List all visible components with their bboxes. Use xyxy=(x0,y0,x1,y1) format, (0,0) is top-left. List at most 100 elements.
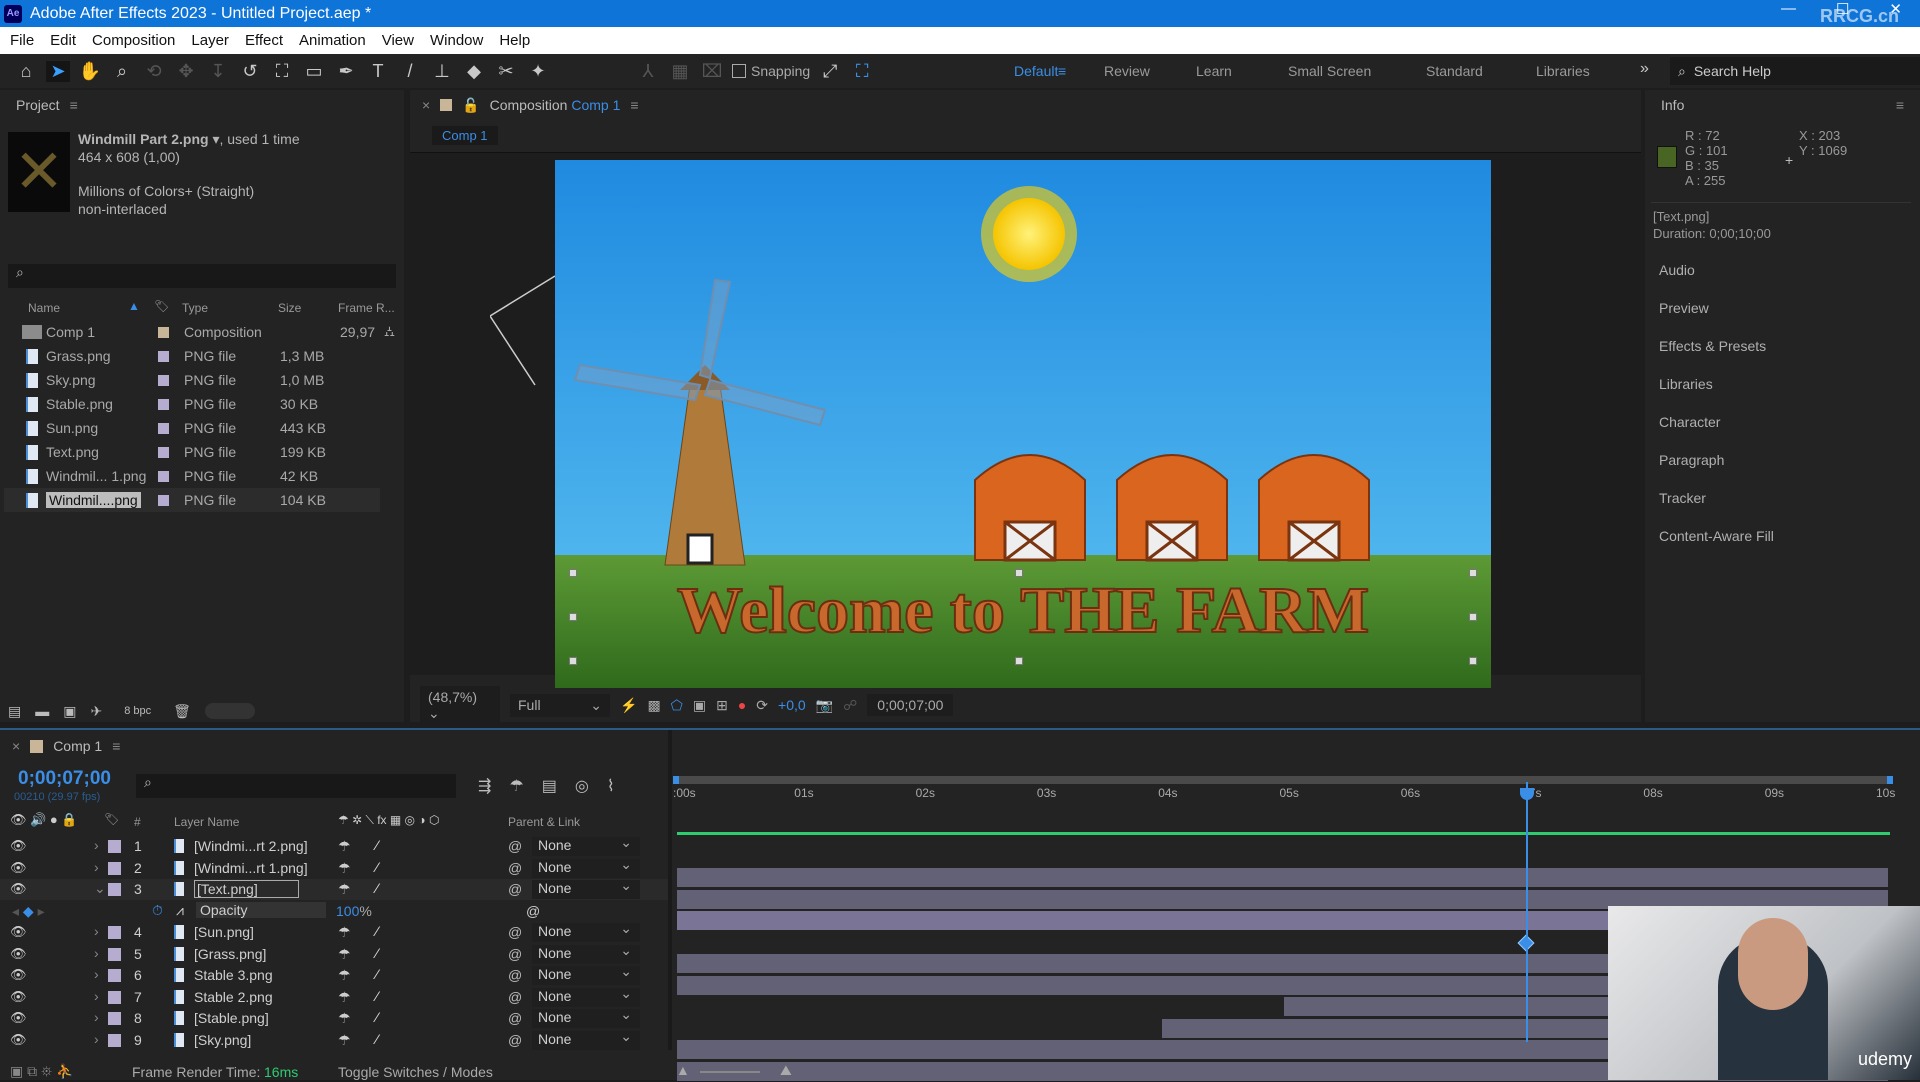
label-color[interactable] xyxy=(108,861,121,875)
quality-switch-icon[interactable]: ⁄ xyxy=(376,859,378,875)
shy-switch-icon[interactable]: ☂ xyxy=(338,989,351,1006)
stopwatch-icon[interactable]: ⏱ xyxy=(152,902,163,919)
timecode[interactable]: 0;00;07;00 xyxy=(18,768,111,790)
layer-name[interactable]: [Sun.png] xyxy=(194,924,254,940)
resolution-dropdown[interactable]: Full ⌄ xyxy=(510,693,610,717)
property-row-opacity[interactable]: ◂ ◆ ▸ ⏱ ⩘ Opacity 100% @ xyxy=(0,901,668,922)
label-color[interactable] xyxy=(158,350,169,362)
label-color[interactable] xyxy=(108,1033,121,1047)
opacity-value[interactable]: 100% xyxy=(336,903,372,919)
snap-target-icon[interactable]: ⛶ xyxy=(850,61,874,82)
toggle-switches-modes-button[interactable]: Toggle Switches / Modes xyxy=(338,1064,493,1080)
minimize-button[interactable]: — xyxy=(1781,0,1796,18)
workspace-libraries[interactable]: Libraries xyxy=(1536,54,1590,88)
label-color[interactable] xyxy=(108,926,121,939)
rectangle-tool-icon[interactable]: ▭ xyxy=(302,61,326,82)
pan-tool-icon[interactable]: ✥ xyxy=(174,61,198,82)
pick-whip-icon[interactable]: @ xyxy=(508,881,522,897)
guides-icon[interactable]: ⊞ xyxy=(716,697,728,714)
chevron-right-icon[interactable]: › xyxy=(94,837,99,853)
pen-tool-icon[interactable]: ✒ xyxy=(334,61,358,82)
panel-preview[interactable]: Preview xyxy=(1659,300,1709,316)
layer-row[interactable]: 👁 › 4 [Sun.png] ☂ ⁄ @ None xyxy=(0,920,668,943)
zoom-dropdown[interactable]: (48,7%) ⌄ xyxy=(420,685,500,725)
panel-libraries[interactable]: Libraries xyxy=(1659,376,1713,392)
shy-switch-icon[interactable]: ☂ xyxy=(338,946,351,963)
layer-name[interactable]: [Grass.png] xyxy=(194,946,266,962)
quality-switch-icon[interactable]: ⁄ xyxy=(376,880,378,896)
snap-icon[interactable]: ⤢ xyxy=(818,61,842,82)
visibility-eye-icon[interactable]: 👁 xyxy=(10,838,27,854)
workspace-menu-icon[interactable]: ≡ xyxy=(1058,54,1066,88)
pick-whip-icon[interactable]: @ xyxy=(508,946,522,962)
visibility-eye-icon[interactable]: 👁 xyxy=(10,1032,27,1048)
label-color[interactable] xyxy=(108,947,121,961)
chevron-right-icon[interactable]: › xyxy=(94,945,99,961)
col-type[interactable]: Type xyxy=(182,301,208,315)
mask-visibility-icon[interactable]: ⬠ xyxy=(671,697,683,714)
quality-switch-icon[interactable]: ⁄ xyxy=(376,966,378,982)
col-size[interactable]: Size xyxy=(278,301,301,315)
pick-whip-icon[interactable]: @ xyxy=(508,967,522,983)
transparency-grid-icon[interactable]: ▩ xyxy=(647,697,660,714)
panel-effects-presets[interactable]: Effects & Presets xyxy=(1659,338,1766,354)
chevron-down-icon[interactable]: ⌄ xyxy=(94,880,106,897)
menu-animation[interactable]: Animation xyxy=(299,32,366,49)
roto-brush-icon[interactable]: ✂ xyxy=(494,61,518,82)
layer-name[interactable]: [Text.png] xyxy=(194,880,299,898)
pick-whip-icon[interactable]: @ xyxy=(508,989,522,1005)
panel-audio[interactable]: Audio xyxy=(1659,262,1695,278)
shy-switch-icon[interactable]: ☂ xyxy=(338,860,351,877)
panel-menu-icon[interactable]: ≡ xyxy=(70,97,78,113)
chevron-right-icon[interactable]: › xyxy=(94,1031,99,1047)
rotate-tool-icon[interactable]: ↺ xyxy=(238,61,262,82)
col-layer-name[interactable]: Layer Name xyxy=(174,815,239,829)
home-icon[interactable]: ⌂ xyxy=(14,61,38,82)
visibility-eye-icon[interactable]: 👁 xyxy=(10,967,27,983)
menu-view[interactable]: View xyxy=(382,32,414,49)
visibility-eye-icon[interactable]: 👁 xyxy=(10,881,27,897)
layer-duration-bar[interactable] xyxy=(677,868,1888,887)
interpret-footage-icon[interactable]: ▤ xyxy=(8,703,21,720)
label-color[interactable] xyxy=(158,398,169,410)
label-color[interactable] xyxy=(108,840,121,853)
parent-dropdown[interactable]: None xyxy=(532,834,640,856)
zoom-slider[interactable] xyxy=(700,1071,760,1073)
exposure-value[interactable]: +0,0 xyxy=(778,697,806,713)
layer-name[interactable]: [Windmi...rt 2.png] xyxy=(194,838,308,854)
project-search-input[interactable]: ⌕ xyxy=(8,264,396,288)
panel-menu-icon[interactable]: ≡ xyxy=(630,97,638,113)
pick-whip-icon[interactable]: @ xyxy=(526,903,540,919)
project-scroll[interactable] xyxy=(204,703,255,719)
visibility-eye-icon[interactable]: 👁 xyxy=(10,860,27,876)
parent-dropdown[interactable]: None xyxy=(532,985,640,1007)
workspace-default[interactable]: Default xyxy=(1014,54,1058,88)
quality-switch-icon[interactable]: ⁄ xyxy=(376,1009,378,1025)
shy-switch-icon[interactable]: ☂ xyxy=(338,967,351,984)
quality-switch-icon[interactable]: ⁄ xyxy=(376,837,378,853)
project-item[interactable]: Stable.png PNG file 30 KB xyxy=(4,392,380,416)
visibility-eye-icon[interactable]: 👁 xyxy=(10,1010,27,1026)
bpc-button[interactable]: 8 bpc xyxy=(116,705,159,717)
flowchart-icon[interactable]: ⛼ xyxy=(384,323,395,342)
project-item[interactable]: Text.png PNG file 199 KB xyxy=(4,440,380,464)
layer-row[interactable]: 👁 › 5 [Grass.png] ☂ ⁄ @ None xyxy=(0,942,668,965)
menu-effect[interactable]: Effect xyxy=(245,32,283,49)
project-item[interactable]: Comp 1 Composition 29,97 ⛼ xyxy=(4,320,395,344)
shy-switch-icon[interactable]: ☂ xyxy=(338,838,351,855)
visibility-eye-icon[interactable]: 👁 xyxy=(10,924,27,940)
layer-row[interactable]: 👁 › 6 Stable 3.png ☂ ⁄ @ None xyxy=(0,963,668,986)
label-color[interactable] xyxy=(108,990,121,1004)
chevron-right-icon[interactable]: › xyxy=(94,966,99,982)
timeline-tab[interactable]: Comp 1 xyxy=(53,738,102,754)
layer-search-input[interactable]: ⌕ xyxy=(136,774,456,798)
fast-preview-icon[interactable]: ⚡ xyxy=(620,697,637,714)
pick-whip-icon[interactable]: @ xyxy=(508,1032,522,1048)
layer-row[interactable]: 👁 › 2 [Windmi...rt 1.png] ☂ ⁄ @ None xyxy=(0,856,668,879)
parent-dropdown[interactable]: None xyxy=(532,963,640,985)
shy-layers-icon[interactable]: ☂ xyxy=(509,776,523,796)
label-color[interactable] xyxy=(158,326,169,338)
show-snapshot-icon[interactable]: ☍ xyxy=(843,697,857,714)
visibility-eye-icon[interactable]: 👁 xyxy=(10,989,27,1005)
brush-tool-icon[interactable]: / xyxy=(398,61,422,82)
